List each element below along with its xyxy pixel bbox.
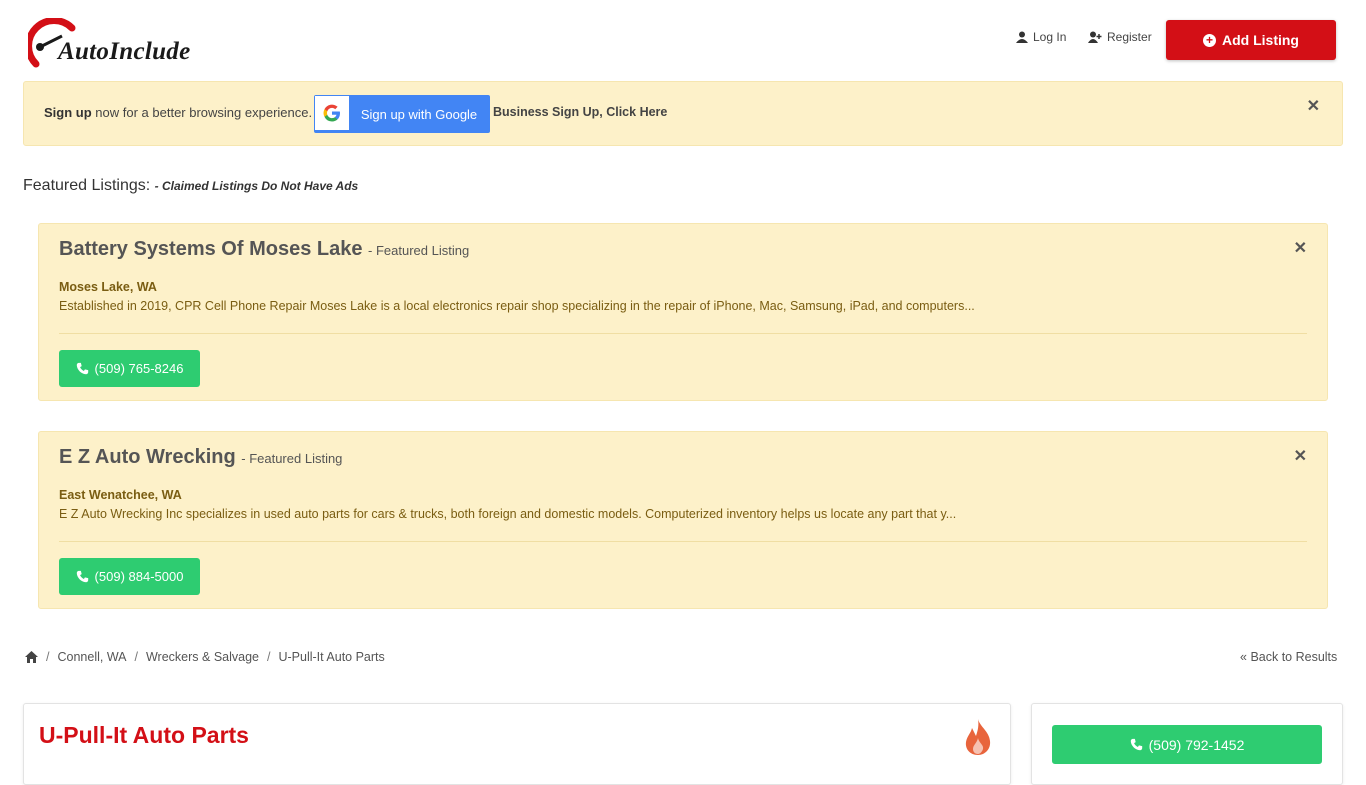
user-icon [1016,31,1028,43]
contact-panel: (509) 792-1452 [1031,703,1343,785]
breadcrumb-item-city[interactable]: Connell, WA [57,650,126,664]
card-phone-label: (509) 884-5000 [94,569,184,584]
card-description: Established in 2019, CPR Cell Phone Repa… [59,299,975,313]
phone-icon [1130,738,1142,751]
card-phone-button[interactable]: (509) 765-8246 [59,350,200,387]
call-button[interactable]: (509) 792-1452 [1052,725,1322,764]
featured-heading: Featured Listings: - Claimed Listings Do… [23,177,358,195]
breadcrumb-item-category[interactable]: Wreckers & Salvage [146,650,259,664]
close-icon[interactable]: ✕ [1294,446,1307,466]
add-listing-button[interactable]: + Add Listing [1166,20,1336,60]
google-signup-label: Sign up with Google [360,106,478,122]
card-location: Moses Lake, WA [59,280,157,294]
featured-heading-label: Featured Listings: [23,177,151,194]
back-to-results-link[interactable]: « Back to Results [1240,650,1337,664]
signup-rest: now for a better browsing experience. [95,105,313,120]
breadcrumb-separator: / [134,650,138,664]
phone-icon [76,570,88,583]
login-label: Log In [1033,30,1067,44]
card-divider [59,541,1307,542]
register-link[interactable]: Register [1088,30,1152,44]
card-tag: - Featured Listing [241,451,343,466]
double-chevron-left-icon: « [1240,650,1247,664]
featured-card: E Z Auto Wrecking - Featured Listing ✕ E… [38,431,1328,609]
card-description: E Z Auto Wrecking Inc specializes in use… [59,507,957,521]
breadcrumb: / Connell, WA / Wreckers & Salvage / U-P… [25,650,385,664]
plus-circle-icon: + [1203,33,1216,47]
card-phone-button[interactable]: (509) 884-5000 [59,558,200,595]
featured-subheading: - Claimed Listings Do Not Have Ads [154,179,359,193]
user-plus-icon [1088,31,1102,43]
business-signup-link[interactable]: Business Sign Up, Click Here [493,105,667,119]
signup-banner: Sign up now for a better browsing experi… [23,81,1343,146]
featured-card: Battery Systems Of Moses Lake - Featured… [38,223,1328,401]
signup-bold: Sign up [44,105,92,120]
card-title[interactable]: E Z Auto Wrecking [59,446,236,468]
site-logo[interactable]: AutoInclude [28,18,228,74]
add-listing-label: Add Listing [1222,32,1299,48]
home-icon[interactable] [25,651,38,663]
breadcrumb-separator: / [267,650,271,664]
listing-title: U-Pull-It Auto Parts [39,722,249,748]
call-label: (509) 792-1452 [1148,736,1245,753]
logo-text: AutoInclude [58,38,191,65]
google-logo-icon [315,96,349,130]
close-icon[interactable]: ✕ [1294,238,1307,258]
card-location: East Wenatchee, WA [59,488,182,502]
card-divider [59,333,1307,334]
close-icon[interactable]: ✕ [1307,96,1320,116]
login-link[interactable]: Log In [1016,30,1066,44]
register-label: Register [1107,30,1152,44]
phone-icon [76,362,88,375]
breadcrumb-separator: / [46,650,50,664]
card-phone-label: (509) 765-8246 [94,361,184,376]
listing-panel: U-Pull-It Auto Parts [23,703,1011,785]
fire-icon [965,719,991,755]
signup-text: Sign up now for a better browsing experi… [44,105,312,120]
card-title[interactable]: Battery Systems Of Moses Lake [59,238,362,260]
back-label: Back to Results [1250,650,1338,664]
breadcrumb-item-current: U-Pull-It Auto Parts [278,650,385,664]
google-signup-button[interactable]: Sign up with Google [314,95,490,133]
card-tag: - Featured Listing [368,243,470,258]
